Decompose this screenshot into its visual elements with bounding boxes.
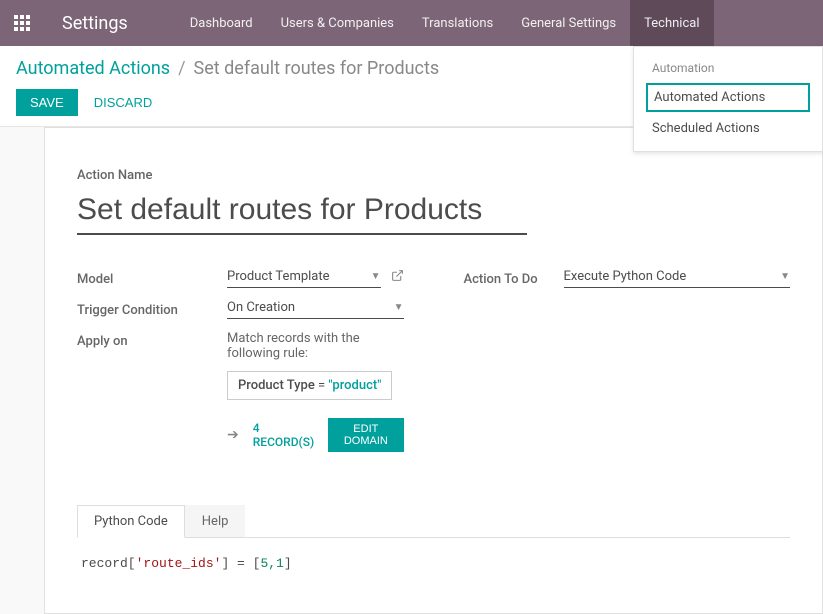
external-link-icon[interactable]	[391, 269, 404, 288]
code-text: ]	[284, 556, 292, 571]
action-name-input[interactable]	[77, 191, 527, 235]
dropdown-automated-actions[interactable]: Automated Actions	[646, 83, 810, 112]
domain-value: "product"	[328, 378, 381, 393]
match-rule-text: Match records with the following rule:	[227, 331, 404, 361]
code-text: record[	[81, 556, 136, 571]
python-code-editor[interactable]: record['route_ids'] = [5,1]	[77, 538, 790, 589]
nav-translations[interactable]: Translations	[408, 0, 507, 46]
top-nav: Settings Dashboard Users & Companies Tra…	[0, 0, 823, 46]
code-string: 'route_ids'	[136, 556, 222, 571]
domain-op: =	[315, 378, 329, 393]
trigger-label: Trigger Condition	[77, 300, 227, 319]
chevron-down-icon[interactable]: ▼	[371, 271, 381, 282]
nav-general-settings[interactable]: General Settings	[507, 0, 630, 46]
nav-dashboard[interactable]: Dashboard	[176, 0, 267, 46]
dropdown-header: Automation	[634, 55, 822, 81]
tab-help[interactable]: Help	[185, 505, 246, 538]
apply-on-label: Apply on	[77, 331, 227, 452]
trigger-value: On Creation	[227, 300, 390, 315]
save-button[interactable]: SAVE	[16, 89, 78, 116]
nav-items: Dashboard Users & Companies Translations…	[176, 0, 714, 46]
tab-python-code[interactable]: Python Code	[77, 505, 185, 538]
dropdown-scheduled-actions[interactable]: Scheduled Actions	[634, 114, 822, 143]
apps-grid-icon[interactable]	[14, 15, 30, 31]
arrow-right-icon: ➔	[227, 427, 239, 443]
code-number: 5,1	[260, 556, 283, 571]
model-select[interactable]: Product Template ▼	[227, 269, 381, 288]
discard-button[interactable]: DISCARD	[94, 95, 153, 110]
domain-field: Product Type	[238, 378, 315, 393]
domain-filter-box[interactable]: Product Type = "product"	[227, 371, 392, 400]
action-name-label: Action Name	[77, 168, 790, 183]
form-sheet: Action Name Model Product Template ▼ Tri…	[44, 127, 823, 614]
action-to-do-value: Execute Python Code	[564, 269, 777, 284]
model-value: Product Template	[227, 269, 367, 284]
chevron-down-icon[interactable]: ▼	[780, 271, 790, 282]
model-label: Model	[77, 269, 227, 288]
breadcrumb-current: Set default routes for Products	[194, 58, 440, 79]
nav-technical[interactable]: Technical	[630, 0, 713, 46]
action-to-do-label: Action To Do	[464, 269, 564, 288]
tabs: Python Code Help	[77, 504, 790, 538]
breadcrumb-separator: /	[178, 58, 185, 79]
records-count-link[interactable]: 4 RECORD(S)	[253, 421, 314, 449]
technical-dropdown: Automation Automated Actions Scheduled A…	[633, 46, 823, 152]
app-title: Settings	[62, 13, 128, 34]
nav-users-companies[interactable]: Users & Companies	[267, 0, 408, 46]
code-text: ] = [	[221, 556, 260, 571]
trigger-select[interactable]: On Creation ▼	[227, 300, 404, 319]
chevron-down-icon[interactable]: ▼	[394, 302, 404, 313]
breadcrumb-link[interactable]: Automated Actions	[16, 58, 170, 79]
edit-domain-button[interactable]: EDIT DOMAIN	[328, 418, 403, 452]
action-to-do-select[interactable]: Execute Python Code ▼	[564, 269, 791, 288]
